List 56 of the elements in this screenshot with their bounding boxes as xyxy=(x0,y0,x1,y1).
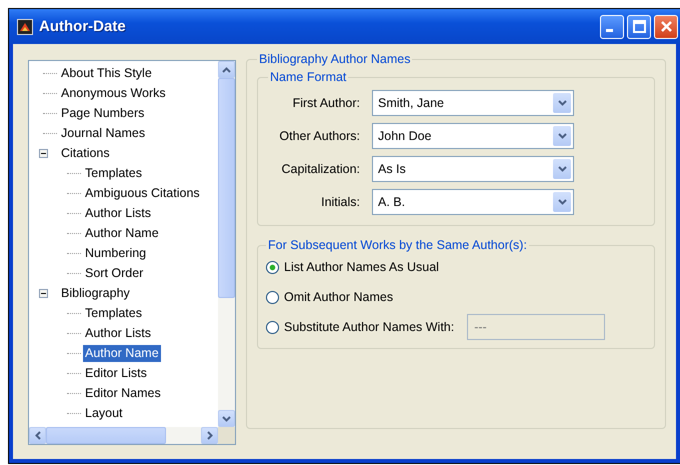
window-title: Author-Date xyxy=(39,18,127,35)
group-title: Name Format xyxy=(269,70,348,84)
tree-item[interactable]: Ambiguous Citations xyxy=(83,184,202,202)
minimize-button[interactable] xyxy=(600,14,624,38)
dropdown[interactable]: Smith, Jane xyxy=(372,90,574,116)
chevron-down-icon xyxy=(558,133,566,139)
tree-item[interactable]: Editor Names xyxy=(83,384,163,402)
radio-button[interactable] xyxy=(266,260,279,274)
scrollbar-thumb[interactable] xyxy=(218,78,235,298)
radio-button[interactable] xyxy=(266,320,279,334)
tree-item[interactable]: Anonymous Works xyxy=(59,84,168,102)
tree-item[interactable]: Bibliography xyxy=(59,284,132,302)
maximize-button[interactable] xyxy=(627,14,651,38)
horizontal-scrollbar[interactable] xyxy=(29,427,235,444)
tree-item[interactable]: Author Lists xyxy=(83,204,154,222)
tree-item[interactable]: Numbering xyxy=(83,244,148,262)
field-label: Other Authors: xyxy=(278,129,360,143)
dropdown[interactable]: A. B. xyxy=(372,189,574,215)
collapse-icon[interactable] xyxy=(39,288,48,298)
field-label: Initials: xyxy=(320,195,360,209)
radio-label[interactable]: Substitute Author Names With: xyxy=(284,320,454,334)
scroll-right-button[interactable] xyxy=(201,427,218,444)
chevron-down-icon xyxy=(558,100,566,106)
dropdown[interactable]: As Is xyxy=(372,156,574,182)
tree-item[interactable]: Author Lists xyxy=(83,324,154,342)
tree-item[interactable]: Author Name xyxy=(83,344,161,362)
tree-item[interactable]: Journal Names xyxy=(59,124,148,142)
scroll-left-button[interactable] xyxy=(29,427,46,444)
field-label: First Author: xyxy=(292,96,360,110)
close-button[interactable] xyxy=(654,14,678,38)
dropdown[interactable]: John Doe xyxy=(372,123,574,149)
chevron-down-icon xyxy=(558,166,566,172)
tree-item[interactable]: About This Style xyxy=(59,64,154,82)
chevron-down-icon xyxy=(558,199,566,205)
tree-item[interactable]: Sort Order xyxy=(83,264,146,282)
tree-item[interactable]: Editor Lists xyxy=(83,364,149,382)
scrollbar-thumb[interactable] xyxy=(46,427,166,444)
tree-item[interactable]: Layout xyxy=(83,404,125,422)
scroll-up-button[interactable] xyxy=(218,61,235,78)
tree-item[interactable]: Templates xyxy=(83,164,144,182)
app-icon xyxy=(17,18,33,34)
vertical-scrollbar[interactable] xyxy=(218,61,235,427)
tree-item[interactable]: Templates xyxy=(83,304,144,322)
group-title: For Subsequent Works by the Same Author(s): xyxy=(267,238,528,252)
scrollbar-corner xyxy=(218,427,235,444)
radio-label[interactable]: List Author Names As Usual xyxy=(284,260,439,274)
field-label: Capitalization: xyxy=(280,162,360,176)
tree-item[interactable]: Page Numbers xyxy=(59,104,146,122)
collapse-icon[interactable] xyxy=(39,148,48,158)
tree-item[interactable]: Author Name xyxy=(83,224,161,242)
tree-item[interactable]: Citations xyxy=(59,144,112,162)
minimize-icon xyxy=(606,29,612,32)
group-title: Bibliography Author Names xyxy=(258,52,412,66)
scroll-down-button[interactable] xyxy=(218,410,235,427)
radio-button[interactable] xyxy=(266,290,279,304)
radio-label[interactable]: Omit Author Names xyxy=(284,290,394,304)
